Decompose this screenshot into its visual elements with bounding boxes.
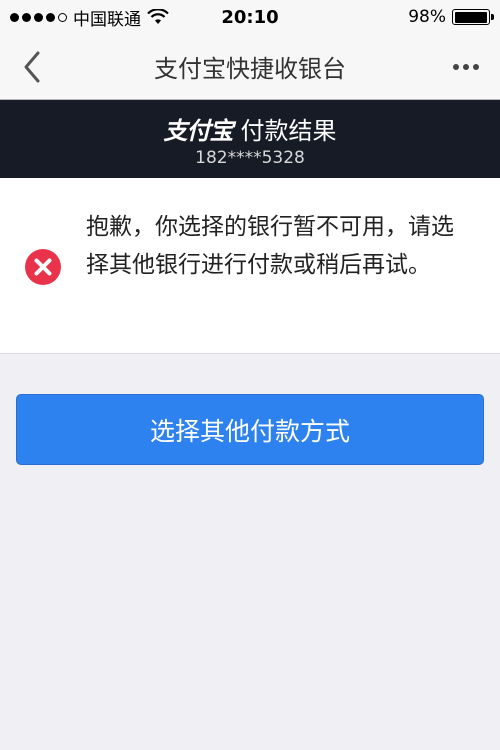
status-left: 中国联通 bbox=[10, 5, 169, 30]
choose-other-payment-button[interactable]: 选择其他付款方式 bbox=[16, 394, 484, 465]
navigation-bar: 支付宝快捷收银台 bbox=[0, 34, 500, 100]
signal-dot-empty bbox=[58, 12, 67, 22]
more-button[interactable] bbox=[448, 54, 484, 80]
signal-dot bbox=[34, 12, 43, 22]
battery-icon bbox=[452, 9, 494, 25]
status-right: 98% bbox=[408, 7, 494, 27]
alipay-logo: 支付宝 bbox=[163, 115, 234, 145]
more-dot bbox=[453, 64, 459, 70]
result-title: 付款结果 bbox=[240, 116, 337, 145]
signal-dot bbox=[22, 12, 31, 22]
page-title: 支付宝快捷收银台 bbox=[154, 55, 346, 83]
brand-header: 支付宝 付款结果 182****5328 bbox=[0, 100, 500, 178]
status-bar: 中国联通 20:10 98% bbox=[0, 0, 500, 34]
more-dot bbox=[473, 64, 479, 70]
signal-dot bbox=[10, 12, 19, 22]
brand-row: 支付宝 付款结果 bbox=[164, 111, 337, 146]
battery-percent: 98% bbox=[408, 7, 446, 27]
more-dot bbox=[463, 64, 469, 70]
wifi-icon bbox=[147, 9, 169, 24]
message-card: 抱歉，你选择的银行暂不可用，请选择其他银行进行付款或稍后再试。 bbox=[0, 178, 500, 354]
error-message: 抱歉，你选择的银行暂不可用，请选择其他银行进行付款或稍后再试。 bbox=[86, 214, 454, 278]
back-button[interactable] bbox=[14, 48, 50, 86]
signal-dot bbox=[46, 12, 55, 22]
chevron-left-icon bbox=[24, 51, 40, 83]
carrier-name: 中国联通 bbox=[73, 9, 141, 30]
battery-fill bbox=[454, 11, 487, 23]
error-circle-icon bbox=[25, 249, 61, 285]
account-phone: 182****5328 bbox=[195, 147, 305, 168]
signal-strength-icon bbox=[10, 12, 67, 22]
